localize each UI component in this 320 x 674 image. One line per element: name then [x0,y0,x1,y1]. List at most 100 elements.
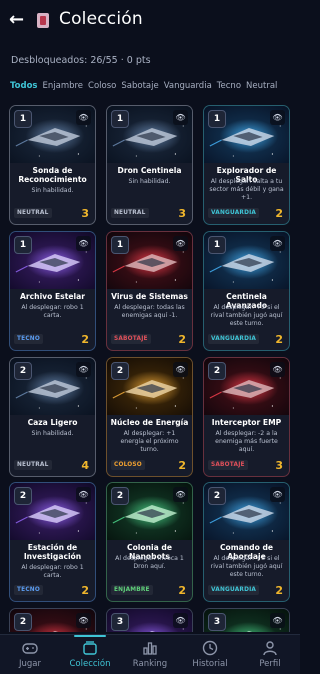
card-cost-badge: 2 [208,487,226,505]
card-power: 2 [81,584,89,597]
collection-card[interactable]: 2 👁 Estación de Investigación Al despleg… [9,482,96,602]
collection-logo-icon [37,13,49,28]
collection-card[interactable]: 1 👁 Dron Centinela Sin habilidad. NEUTRA… [106,105,193,225]
collection-card[interactable]: 2 👁 Núcleo de Energía Al desplegar: +1 e… [106,357,193,477]
collection-card-partial[interactable]: 2 👁 [9,608,96,632]
card-cost-badge: 2 [111,487,129,505]
card-cost-badge: 2 [111,362,129,380]
collection-card[interactable]: 1 👁 Explorador de Salto Al desplegar: sa… [203,105,290,225]
eye-icon[interactable]: 👁 [76,362,91,377]
card-faction-badge: SABOTAJE [111,334,151,344]
card-name: Caza Ligero [27,418,78,427]
active-indicator [74,635,106,637]
filter-tab-tecno[interactable]: Tecno [217,81,241,91]
card-ability: Sin habilidad. [128,178,171,185]
nav-item-perfil[interactable]: Perfil [240,635,300,674]
card-power: 2 [178,333,186,346]
eye-icon[interactable]: 👁 [173,110,188,125]
collection-card[interactable]: 2 👁 Comando de Abordaje Al desplegar: +3… [203,482,290,602]
eye-icon[interactable]: 👁 [270,110,285,125]
nav-item-ranking[interactable]: Ranking [120,635,180,674]
card-name: Interceptor EMP [211,418,282,427]
unlock-stats: Desbloqueados: 26/55 · 0 pts [11,55,151,66]
nav-label: Colección [69,659,111,669]
card-ability: Al desplegar: robo 1 carta. [21,564,84,579]
card-ability: Al desplegar: salta a tu sector más débi… [209,178,284,201]
card-ability: Al desplegar: -2 a la enemiga más fuerte… [215,430,278,453]
gamepad-icon [21,639,39,657]
filter-tab-neutral[interactable]: Neutral [246,81,277,91]
nav-item-colección[interactable]: Colección [60,635,120,674]
card-ability: Al desplegar: +3 si el rival también jug… [210,555,283,578]
collection-card[interactable]: 2 👁 Caza Ligero Sin habilidad. NEUTRAL 4 [9,357,96,477]
card-cost-badge: 1 [111,110,129,128]
nav-item-jugar[interactable]: Jugar [0,635,60,674]
card-cost-badge: 3 [208,613,226,631]
bottom-nav: Jugar Colección Ranking Historial Perfil [0,634,300,674]
collection-card[interactable]: 1 👁 Virus de Sistemas Al desplegar: toda… [106,231,193,351]
cards-icon [81,639,99,657]
eye-icon[interactable]: 👁 [270,362,285,377]
filter-tab-sabotaje[interactable]: Sabotaje [121,81,158,91]
card-faction-badge: COLOSO [111,460,145,470]
eye-icon[interactable]: 👁 [76,236,91,251]
eye-icon[interactable]: 👁 [270,613,285,628]
card-cost-badge: 2 [208,362,226,380]
collection-card[interactable]: 1 👁 Archivo Estelar Al desplegar: robo 1… [9,231,96,351]
card-cost-badge: 2 [14,487,32,505]
header-bar: ← Colección [0,0,300,44]
collection-card[interactable]: 1 👁 Sonda de Reconocimiento Sin habilida… [9,105,96,225]
nav-item-historial[interactable]: Historial [180,635,240,674]
card-power: 2 [275,333,283,346]
card-cost-badge: 3 [111,613,129,631]
clock-icon [201,639,219,657]
card-cost-badge: 1 [14,236,32,254]
card-name: Núcleo de Energía [110,418,189,427]
card-cost-badge: 1 [14,110,32,128]
collection-card[interactable]: 2 👁 Colonia de Nanobots Al desplegar: in… [106,482,193,602]
card-power: 2 [275,207,283,220]
eye-icon[interactable]: 👁 [76,613,91,628]
card-cost-badge: 1 [208,236,226,254]
card-ability: Sin habilidad. [31,187,74,194]
card-ability: Al desplegar: invoca 1 Dron aquí. [115,555,184,570]
nav-label: Jugar [19,659,41,669]
filter-tab-todos[interactable]: Todos [10,81,38,91]
eye-icon[interactable]: 👁 [76,487,91,502]
collection-card-partial[interactable]: 3 👁 [203,608,290,632]
eye-icon[interactable]: 👁 [173,236,188,251]
eye-icon[interactable]: 👁 [173,487,188,502]
filter-tab-vanguardia[interactable]: Vanguardia [164,81,212,91]
card-ability: Al desplegar: robo 1 carta. [21,304,84,319]
eye-icon[interactable]: 👁 [76,110,91,125]
page-title: Colección [59,9,143,29]
card-ability: Al desplegar: +1 energía el próximo turn… [120,430,179,453]
eye-icon[interactable]: 👁 [173,613,188,628]
card-faction-badge: NEUTRAL [14,460,52,470]
card-cost-badge: 1 [111,236,129,254]
card-ability: Al desplegar: +3 si el rival también jug… [210,304,283,327]
collection-card-partial[interactable]: 3 👁 [106,608,193,632]
card-name: Dron Centinela [117,166,182,175]
card-name: Virus de Sistemas [111,292,188,301]
faction-filter-tabs: Todos Enjambre Coloso Sabotaje Vanguardia Tec… [10,81,277,91]
filter-tab-enjambre[interactable]: Enjambre [43,81,84,91]
card-power: 2 [81,333,89,346]
back-arrow-icon[interactable]: ← [9,11,25,29]
nav-label: Ranking [132,659,168,669]
nav-label: Historial [192,659,228,669]
eye-icon[interactable]: 👁 [270,236,285,251]
card-name: Sonda de Reconocimiento [18,166,87,184]
collection-card[interactable]: 2 👁 Interceptor EMP Al desplegar: -2 a l… [203,357,290,477]
card-ability: Sin habilidad. [31,430,74,437]
bar-chart-icon [141,639,159,657]
card-grid-overflow: 2 👁 3 👁 3 👁 [9,608,293,632]
collection-card[interactable]: 1 👁 Centinela Avanzado Al desplegar: +3 … [203,231,290,351]
eye-icon[interactable]: 👁 [270,487,285,502]
eye-icon[interactable]: 👁 [173,362,188,377]
nav-label: Perfil [259,659,281,669]
card-power: 3 [81,207,89,220]
card-power: 2 [178,584,186,597]
filter-tab-coloso[interactable]: Coloso [88,81,116,91]
card-faction-badge: VANGUARDIA [208,334,260,344]
